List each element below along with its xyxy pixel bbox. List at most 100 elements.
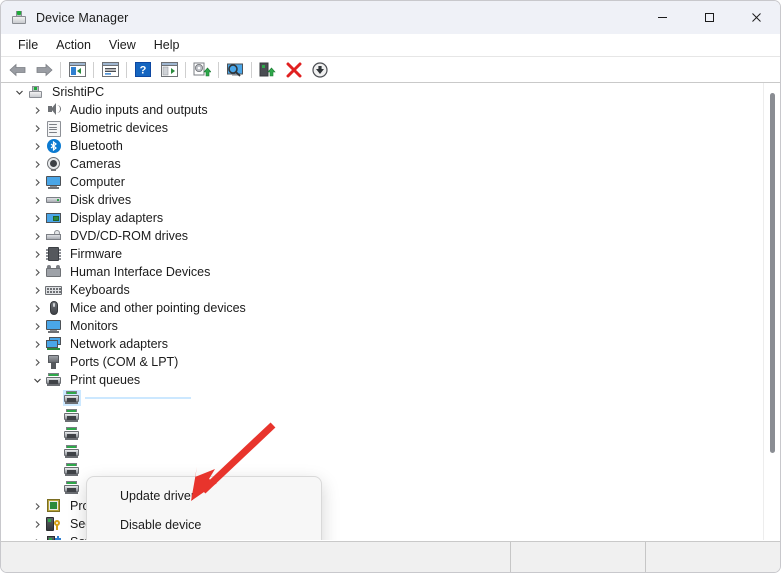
fingerprint-icon bbox=[45, 120, 63, 137]
toolbar-separator bbox=[251, 61, 252, 78]
tree-item-monitors[interactable]: Monitors bbox=[1, 317, 762, 335]
menu-view[interactable]: View bbox=[100, 36, 145, 54]
tree-root-srishtipc[interactable]: SrishtiPC bbox=[1, 83, 762, 101]
chevron-right-icon[interactable] bbox=[29, 196, 45, 205]
tree-item-label: Cameras bbox=[70, 156, 121, 171]
tree-child-label bbox=[85, 451, 91, 453]
forward-icon[interactable] bbox=[31, 59, 57, 81]
tree-item-label: Firmware bbox=[70, 246, 123, 261]
tree-item-label: Audio inputs and outputs bbox=[70, 102, 208, 117]
scan-for-hardware-changes-icon[interactable] bbox=[222, 59, 248, 81]
chevron-right-icon[interactable] bbox=[29, 520, 45, 529]
tree-item-disk-drives[interactable]: Disk drives bbox=[1, 191, 762, 209]
toolbar: ? bbox=[1, 57, 780, 83]
tree-item-print-queues[interactable]: Print queues bbox=[1, 371, 762, 389]
printer-icon bbox=[45, 372, 63, 388]
chevron-right-icon[interactable] bbox=[29, 268, 45, 277]
toolbar-separator bbox=[126, 61, 127, 78]
printer-icon bbox=[63, 426, 81, 442]
chevron-right-icon[interactable] bbox=[29, 106, 45, 115]
uninstall-device-icon[interactable] bbox=[281, 59, 307, 81]
chevron-right-icon[interactable] bbox=[29, 340, 45, 349]
tree-item-keyboards[interactable]: Keyboards bbox=[1, 281, 762, 299]
printer-icon bbox=[63, 462, 81, 478]
chevron-right-icon[interactable] bbox=[29, 124, 45, 133]
tree-item-audio[interactable]: Audio inputs and outputs bbox=[1, 101, 762, 119]
maximize-button[interactable] bbox=[686, 1, 733, 34]
tree-child-printer-selected[interactable] bbox=[1, 389, 762, 407]
window-title: Device Manager bbox=[36, 10, 129, 25]
menu-help[interactable]: Help bbox=[145, 36, 189, 54]
tree-item-bluetooth[interactable]: Bluetooth bbox=[1, 137, 762, 155]
chevron-right-icon[interactable] bbox=[29, 538, 45, 540]
chevron-right-icon[interactable] bbox=[29, 178, 45, 187]
tree-root-label: SrishtiPC bbox=[52, 84, 105, 99]
tree-child-printer[interactable] bbox=[1, 407, 762, 425]
chevron-right-icon[interactable] bbox=[29, 502, 45, 511]
status-bar-section-1 bbox=[510, 542, 645, 572]
close-button[interactable] bbox=[733, 1, 780, 34]
tree-child-printer[interactable] bbox=[1, 425, 762, 443]
tree-item-firmware[interactable]: Firmware bbox=[1, 245, 762, 263]
device-tree-panel: SrishtiPC Audio inputs and outputs Biome… bbox=[1, 83, 780, 540]
chevron-down-icon[interactable] bbox=[11, 88, 27, 97]
chevron-right-icon[interactable] bbox=[29, 322, 45, 331]
printer-icon bbox=[63, 480, 81, 496]
chevron-right-icon[interactable] bbox=[29, 250, 45, 259]
toolbar-separator bbox=[185, 61, 186, 78]
tree-item-label: Ports (COM & LPT) bbox=[70, 354, 179, 369]
tree-item-hid[interactable]: Human Interface Devices bbox=[1, 263, 762, 281]
title-bar: Device Manager bbox=[1, 1, 780, 34]
tree-item-mice[interactable]: Mice and other pointing devices bbox=[1, 299, 762, 317]
vertical-scrollbar[interactable] bbox=[763, 83, 780, 540]
context-menu-update-driver[interactable]: Update driver bbox=[87, 481, 321, 510]
chevron-right-icon[interactable] bbox=[29, 304, 45, 313]
chevron-right-icon[interactable] bbox=[29, 160, 45, 169]
tree-child-printer[interactable] bbox=[1, 443, 762, 461]
show-hide-action-pane-icon[interactable] bbox=[156, 59, 182, 81]
tree-item-dvd-drives[interactable]: DVD/CD-ROM drives bbox=[1, 227, 762, 245]
tree-item-network-adapters[interactable]: Network adapters bbox=[1, 335, 762, 353]
scrollbar-thumb[interactable] bbox=[770, 93, 775, 453]
chevron-right-icon[interactable] bbox=[29, 142, 45, 151]
status-bar-section-2 bbox=[645, 542, 780, 572]
monitor-icon bbox=[45, 174, 63, 190]
menu-file[interactable]: File bbox=[9, 36, 47, 54]
menu-bar: File Action View Help bbox=[1, 34, 780, 57]
chevron-right-icon[interactable] bbox=[29, 358, 45, 367]
enable-device-icon[interactable] bbox=[255, 59, 281, 81]
menu-action[interactable]: Action bbox=[47, 36, 100, 54]
tree-item-label: Disk drives bbox=[70, 192, 132, 207]
chevron-down-icon[interactable] bbox=[29, 376, 45, 385]
chevron-right-icon[interactable] bbox=[29, 286, 45, 295]
toolbar-separator bbox=[218, 61, 219, 78]
show-hide-console-tree-icon[interactable] bbox=[64, 59, 90, 81]
help-icon[interactable]: ? bbox=[130, 59, 156, 81]
context-menu-uninstall-device[interactable]: Uninstall device bbox=[87, 539, 321, 540]
tree-item-biometric[interactable]: Biometric devices bbox=[1, 119, 762, 137]
context-menu-disable-device[interactable]: Disable device bbox=[87, 510, 321, 539]
tree-item-label: Network adapters bbox=[70, 336, 168, 351]
computer-root-icon bbox=[27, 84, 45, 100]
tree-item-cameras[interactable]: Cameras bbox=[1, 155, 762, 173]
dvd-drive-icon bbox=[45, 228, 63, 244]
tree-child-label bbox=[85, 415, 91, 417]
monitor-icon bbox=[45, 318, 63, 334]
update-driver-icon[interactable] bbox=[189, 59, 215, 81]
svg-text:?: ? bbox=[140, 65, 147, 77]
back-icon[interactable] bbox=[5, 59, 31, 81]
network-adapter-icon bbox=[45, 336, 63, 352]
minimize-button[interactable] bbox=[639, 1, 686, 34]
tree-item-ports[interactable]: Ports (COM & LPT) bbox=[1, 353, 762, 371]
tree-item-label: Human Interface Devices bbox=[70, 264, 211, 279]
tree-item-display-adapters[interactable]: Display adapters bbox=[1, 209, 762, 227]
chevron-right-icon[interactable] bbox=[29, 214, 45, 223]
disk-drive-icon bbox=[45, 192, 63, 208]
tree-item-label: Mice and other pointing devices bbox=[70, 300, 246, 315]
properties-icon[interactable] bbox=[97, 59, 123, 81]
disable-device-icon[interactable] bbox=[307, 59, 333, 81]
toolbar-separator bbox=[93, 61, 94, 78]
chevron-right-icon[interactable] bbox=[29, 232, 45, 241]
tree-item-computer[interactable]: Computer bbox=[1, 173, 762, 191]
tree-item-label: Keyboards bbox=[70, 282, 130, 297]
